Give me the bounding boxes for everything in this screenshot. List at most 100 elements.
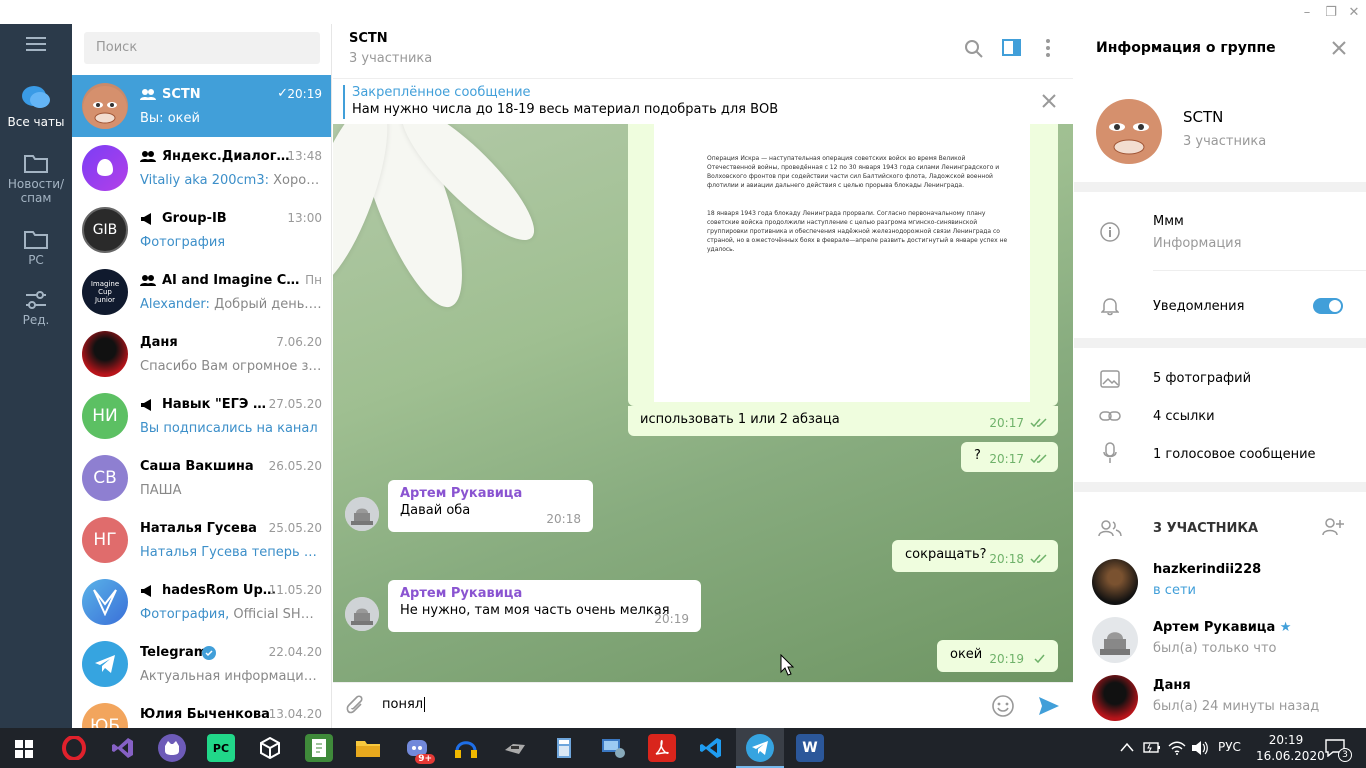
member-row[interactable]: Артем Рукавица ★ был(а) только что [1074,612,1366,668]
chat-item[interactable]: СВ Саша Вакшина 26.05.20 ПАША [72,447,331,509]
message-bubble[interactable]: использовать 1 или 2 абзаца 20:17 [628,406,1058,436]
member-avatar [1092,617,1138,663]
gaming-app-icon[interactable] [501,734,529,762]
folder-icon [24,231,48,249]
channel-icon [141,585,151,597]
member-row[interactable]: hazkerindii228 в сети [1074,554,1366,610]
folder-news[interactable]: Новости/ спам [0,152,72,208]
chat-item[interactable]: SCTN ✓ 20:19 Вы: окей [72,75,331,137]
message-bubble[interactable]: окей 20:19 [937,640,1058,672]
text-caret [424,697,426,712]
emoji-icon[interactable] [991,694,1015,718]
close-icon[interactable] [1332,41,1346,55]
member-avatar [1092,675,1138,721]
message-bubble[interactable]: сокращать? 20:18 [892,540,1058,572]
chat-item[interactable]: ЮБ Юлия Быченкова 13.04.20 [72,695,331,728]
file-explorer-icon[interactable] [354,734,382,762]
message-bubble[interactable]: Артем Рукавица Давай оба 20:18 [388,480,593,532]
chevron-up-icon[interactable] [1120,742,1134,752]
menu-button[interactable] [0,36,72,55]
chat-item[interactable]: hadesRom Upd... 11.05.20 Фотография, Off… [72,571,331,633]
sliders-icon [26,291,46,309]
close-pinned-icon[interactable] [1042,94,1056,108]
search-input[interactable]: Поиск [84,32,320,64]
avatar [82,83,128,129]
window-titlebar: – ❐ ✕ [0,0,1366,24]
discord-icon[interactable]: 9+ [403,734,435,764]
visual-studio-icon[interactable] [109,734,137,762]
github-desktop-icon[interactable] [158,734,186,762]
minimize-button[interactable]: – [1295,0,1319,24]
message-sender: Артем Рукавица [400,486,523,501]
chat-item[interactable]: НГ Наталья Гусева 25.05.20 Наталья Гусев… [72,509,331,571]
group-avatar[interactable] [1094,94,1164,164]
chat-item[interactable]: GIB Group-IB 13:00 Фотография [72,199,331,261]
capitol-avatar-icon [345,497,379,531]
sidebar-toggle-icon[interactable] [1002,39,1022,57]
divider [1153,270,1366,271]
clock-time: 20:19 [1268,733,1304,747]
admin-star-icon: ★ [1279,620,1292,635]
input-language[interactable]: РУС [1218,740,1241,754]
message-bubble[interactable]: ? 20:17 [961,442,1058,472]
chat-item[interactable]: НИ Навык "ЕГЭ по... 27.05.20 Вы подписал… [72,385,331,447]
media-links[interactable]: 4 ссылки [1153,409,1215,424]
folder-label: Ред. [22,313,50,327]
double-check-icon [1030,554,1047,564]
folder-all-chats[interactable]: Все чаты [0,84,72,144]
document-message[interactable]: Операция Искра — наступательная операция… [628,124,1058,406]
chat-header[interactable]: SCTN 3 участника [333,24,1073,78]
message-input[interactable]: понял [382,697,426,712]
chat-name: Telegram [140,645,208,660]
message-bubble[interactable]: Артем Рукавица Не нужно, там моя часть о… [388,580,701,632]
remote-desktop-icon[interactable] [599,734,627,762]
headphones-app-icon[interactable] [452,734,480,762]
avatar: ЮБ [82,703,128,728]
vscode-icon[interactable] [697,734,725,762]
avatar: СВ [82,455,128,501]
message-text: ? [974,448,981,463]
close-window-button[interactable]: ✕ [1342,0,1366,24]
media-photos[interactable]: 5 фотографий [1153,371,1251,386]
message-input-value: понял [382,697,424,712]
telegram-taskbar-active[interactable] [736,728,784,768]
chat-time: 13.04.20 [268,707,322,721]
acrobat-icon[interactable] [648,734,676,762]
sender-avatar[interactable] [345,497,379,531]
panel-title: Информация о группе [1096,40,1276,56]
notifications-toggle[interactable] [1313,298,1343,314]
media-voice[interactable]: 1 голосовое сообщение [1153,447,1316,462]
maximize-button[interactable]: ❐ [1319,0,1343,24]
sender-avatar[interactable] [345,597,379,631]
chat-item[interactable]: Imagine Cup Junior AI and Imagine Cup ..… [72,261,331,323]
wifi-icon[interactable] [1168,740,1186,756]
volume-icon[interactable] [1191,740,1209,756]
pycharm-icon[interactable]: PC [207,734,235,762]
document-image: Операция Искра — наступательная операция… [654,124,1030,402]
member-row[interactable]: Даня был(а) 24 минуты назад [1074,670,1366,726]
notifications-label: Уведомления [1153,299,1245,314]
capitol-avatar-icon [1092,617,1138,663]
edit-folders-button[interactable]: Ред. [0,290,72,334]
send-icon[interactable] [1037,695,1061,717]
more-icon[interactable] [1045,38,1051,58]
chat-item[interactable]: Telegram 22.04.20 Актуальная информация … [72,633,331,695]
folder-pc[interactable]: PC [0,228,72,272]
unity-icon[interactable] [256,734,284,762]
attach-icon[interactable] [345,695,365,717]
group-description-label: Информация [1153,236,1242,251]
opera-icon[interactable] [60,734,88,762]
avatar: GIB [82,207,128,253]
search-icon[interactable] [964,39,984,59]
chat-item[interactable]: Яндекс.Диалоги (... 13:48 Vitaliy aka 20… [72,137,331,199]
word-icon[interactable]: W [796,734,824,762]
windows-start-icon[interactable] [15,740,33,758]
battery-icon[interactable] [1143,740,1161,754]
chat-item[interactable]: Даня 7.06.20 Спасибо Вам огромное за ... [72,323,331,385]
clock[interactable]: 20:19 16.06.2020 [1256,732,1325,764]
add-member-icon[interactable] [1322,517,1344,535]
calculator-icon[interactable] [550,734,578,762]
pinned-message[interactable]: Закреплённое сообщение Нам нужно числа д… [333,78,1073,124]
notepad-plus-icon[interactable] [305,734,333,762]
chat-preview: ПАША [140,483,182,498]
